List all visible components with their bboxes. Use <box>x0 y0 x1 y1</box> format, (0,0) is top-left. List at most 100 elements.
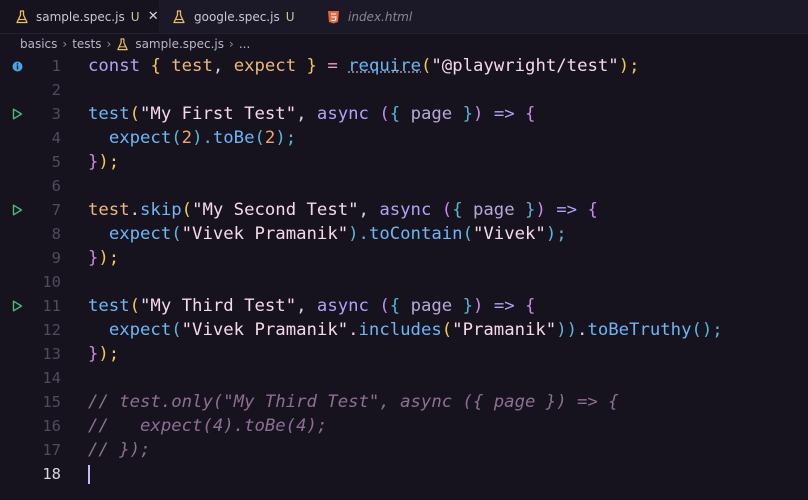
flask-icon <box>15 9 29 25</box>
breadcrumb-separator: › <box>62 37 68 51</box>
breadcrumb-item-file[interactable]: sample.spec.js <box>135 37 224 51</box>
token-punct: . <box>129 200 141 220</box>
token-variable: expect <box>233 56 297 76</box>
code-text: }); <box>88 246 119 270</box>
token-paren: ( <box>441 320 453 340</box>
tab-label: index.html <box>348 9 413 24</box>
line-number: 17 <box>42 441 61 459</box>
close-tab-button[interactable]: ✕ <box>148 9 160 24</box>
text-cursor <box>88 465 90 484</box>
untracked-badge: U <box>130 9 140 24</box>
token-brace: { <box>150 56 161 76</box>
token-operator: = <box>316 56 349 76</box>
flask-icon <box>171 9 187 25</box>
line-number: 6 <box>51 177 61 195</box>
tab-index-html[interactable]: index.html <box>319 0 449 33</box>
token-string: "My First Test" <box>140 104 297 124</box>
token-function: includes <box>358 320 442 340</box>
token-string: "Vivek" <box>472 224 546 244</box>
token-function: toBe <box>212 128 255 148</box>
token-punct: ). <box>192 128 213 148</box>
line-number: 8 <box>51 225 61 243</box>
line-number: 5 <box>51 153 61 171</box>
token-punct: . <box>348 320 359 340</box>
token-function: expect <box>108 224 172 244</box>
code-text: const { test, expect } = require("@playw… <box>88 54 640 78</box>
breadcrumb-item-symbols[interactable]: ... <box>239 37 250 51</box>
token-brace: } <box>525 200 536 220</box>
breadcrumb-item-basics[interactable]: basics <box>20 37 57 51</box>
token-function: require <box>348 56 421 76</box>
code-text: expect("Vivek Pramanik".includes("Praman… <box>88 318 723 342</box>
code-text: expect("Vivek Pramanik").toContain("Vive… <box>88 222 567 246</box>
untracked-badge: U <box>285 9 295 24</box>
token-paren: ( <box>171 224 182 244</box>
token-paren: ( <box>129 296 141 316</box>
token-punct: , <box>296 104 317 124</box>
token-paren: ( <box>462 224 473 244</box>
token-variable: test <box>171 56 213 76</box>
token-punct: ); <box>545 224 567 244</box>
code-line: 4 expect(2).toBe(2); <box>0 126 808 150</box>
code-text: }); <box>88 342 119 366</box>
token-brace: } <box>462 104 474 124</box>
line-number: 12 <box>42 321 61 339</box>
line-number: 11 <box>42 297 61 315</box>
run-test-icon[interactable] <box>10 198 24 222</box>
info-icon[interactable] <box>10 54 24 78</box>
token-brace: { <box>389 296 401 316</box>
code-line: 17 // }); <box>0 438 808 462</box>
breadcrumb-item-tests[interactable]: tests <box>72 37 101 51</box>
run-test-icon[interactable] <box>10 294 24 318</box>
run-test-icon[interactable] <box>10 102 24 126</box>
line-number: 2 <box>51 81 61 99</box>
token-function: toBeTruthy <box>587 320 692 340</box>
token-keyword: async <box>316 104 369 124</box>
token-paren: ) <box>535 200 557 220</box>
token-punct: . <box>577 320 588 340</box>
code-editor[interactable]: 1 const { test, expect } = require("@pla… <box>0 54 808 500</box>
token-punct: ); <box>98 344 120 364</box>
tab-sample-spec[interactable]: sample.spec.js U ✕ <box>0 0 159 33</box>
line-number: 1 <box>51 57 61 75</box>
token-function: toContain <box>368 224 463 244</box>
token-brace: { <box>577 200 598 220</box>
token-punct: , <box>212 56 234 76</box>
token-brace: } <box>88 344 99 364</box>
token-paren: ( <box>254 128 265 148</box>
token-punct: ); <box>98 248 120 268</box>
flask-icon <box>116 37 129 51</box>
code-text: test.skip("My Second Test", async ({ pag… <box>88 198 598 222</box>
code-text: test("My Third Test", async ({ page }) =… <box>88 294 535 318</box>
token-keyword: async <box>316 296 369 316</box>
token-arrow: => <box>493 296 515 316</box>
code-line: 16 // expect(4).toBe(4); <box>0 414 808 438</box>
token-paren: ( <box>431 200 453 220</box>
code-line: 7 test.skip("My Second Test", async ({ p… <box>0 198 808 222</box>
line-number: 7 <box>51 201 61 219</box>
line-number: 4 <box>51 129 61 147</box>
line-number: 16 <box>42 417 61 435</box>
token-number: 2 <box>264 128 276 148</box>
token-brace: } <box>88 248 99 268</box>
code-line-current: 18 <box>0 462 808 486</box>
line-number: 10 <box>42 273 61 291</box>
tab-google-spec[interactable]: google.spec.js U <box>159 0 319 33</box>
line-number: 15 <box>42 393 61 411</box>
token-paren: ( <box>129 104 141 124</box>
token-keyword: const <box>88 56 141 76</box>
token-brace: { <box>452 200 463 220</box>
tab-label: google.spec.js <box>194 9 280 24</box>
token-brace: } <box>88 152 99 172</box>
html5-icon <box>325 9 341 25</box>
code-text: expect(2).toBe(2); <box>88 126 296 150</box>
code-line: 2 <box>0 78 808 102</box>
code-comment: // expect(4).toBe(4); <box>88 416 328 436</box>
